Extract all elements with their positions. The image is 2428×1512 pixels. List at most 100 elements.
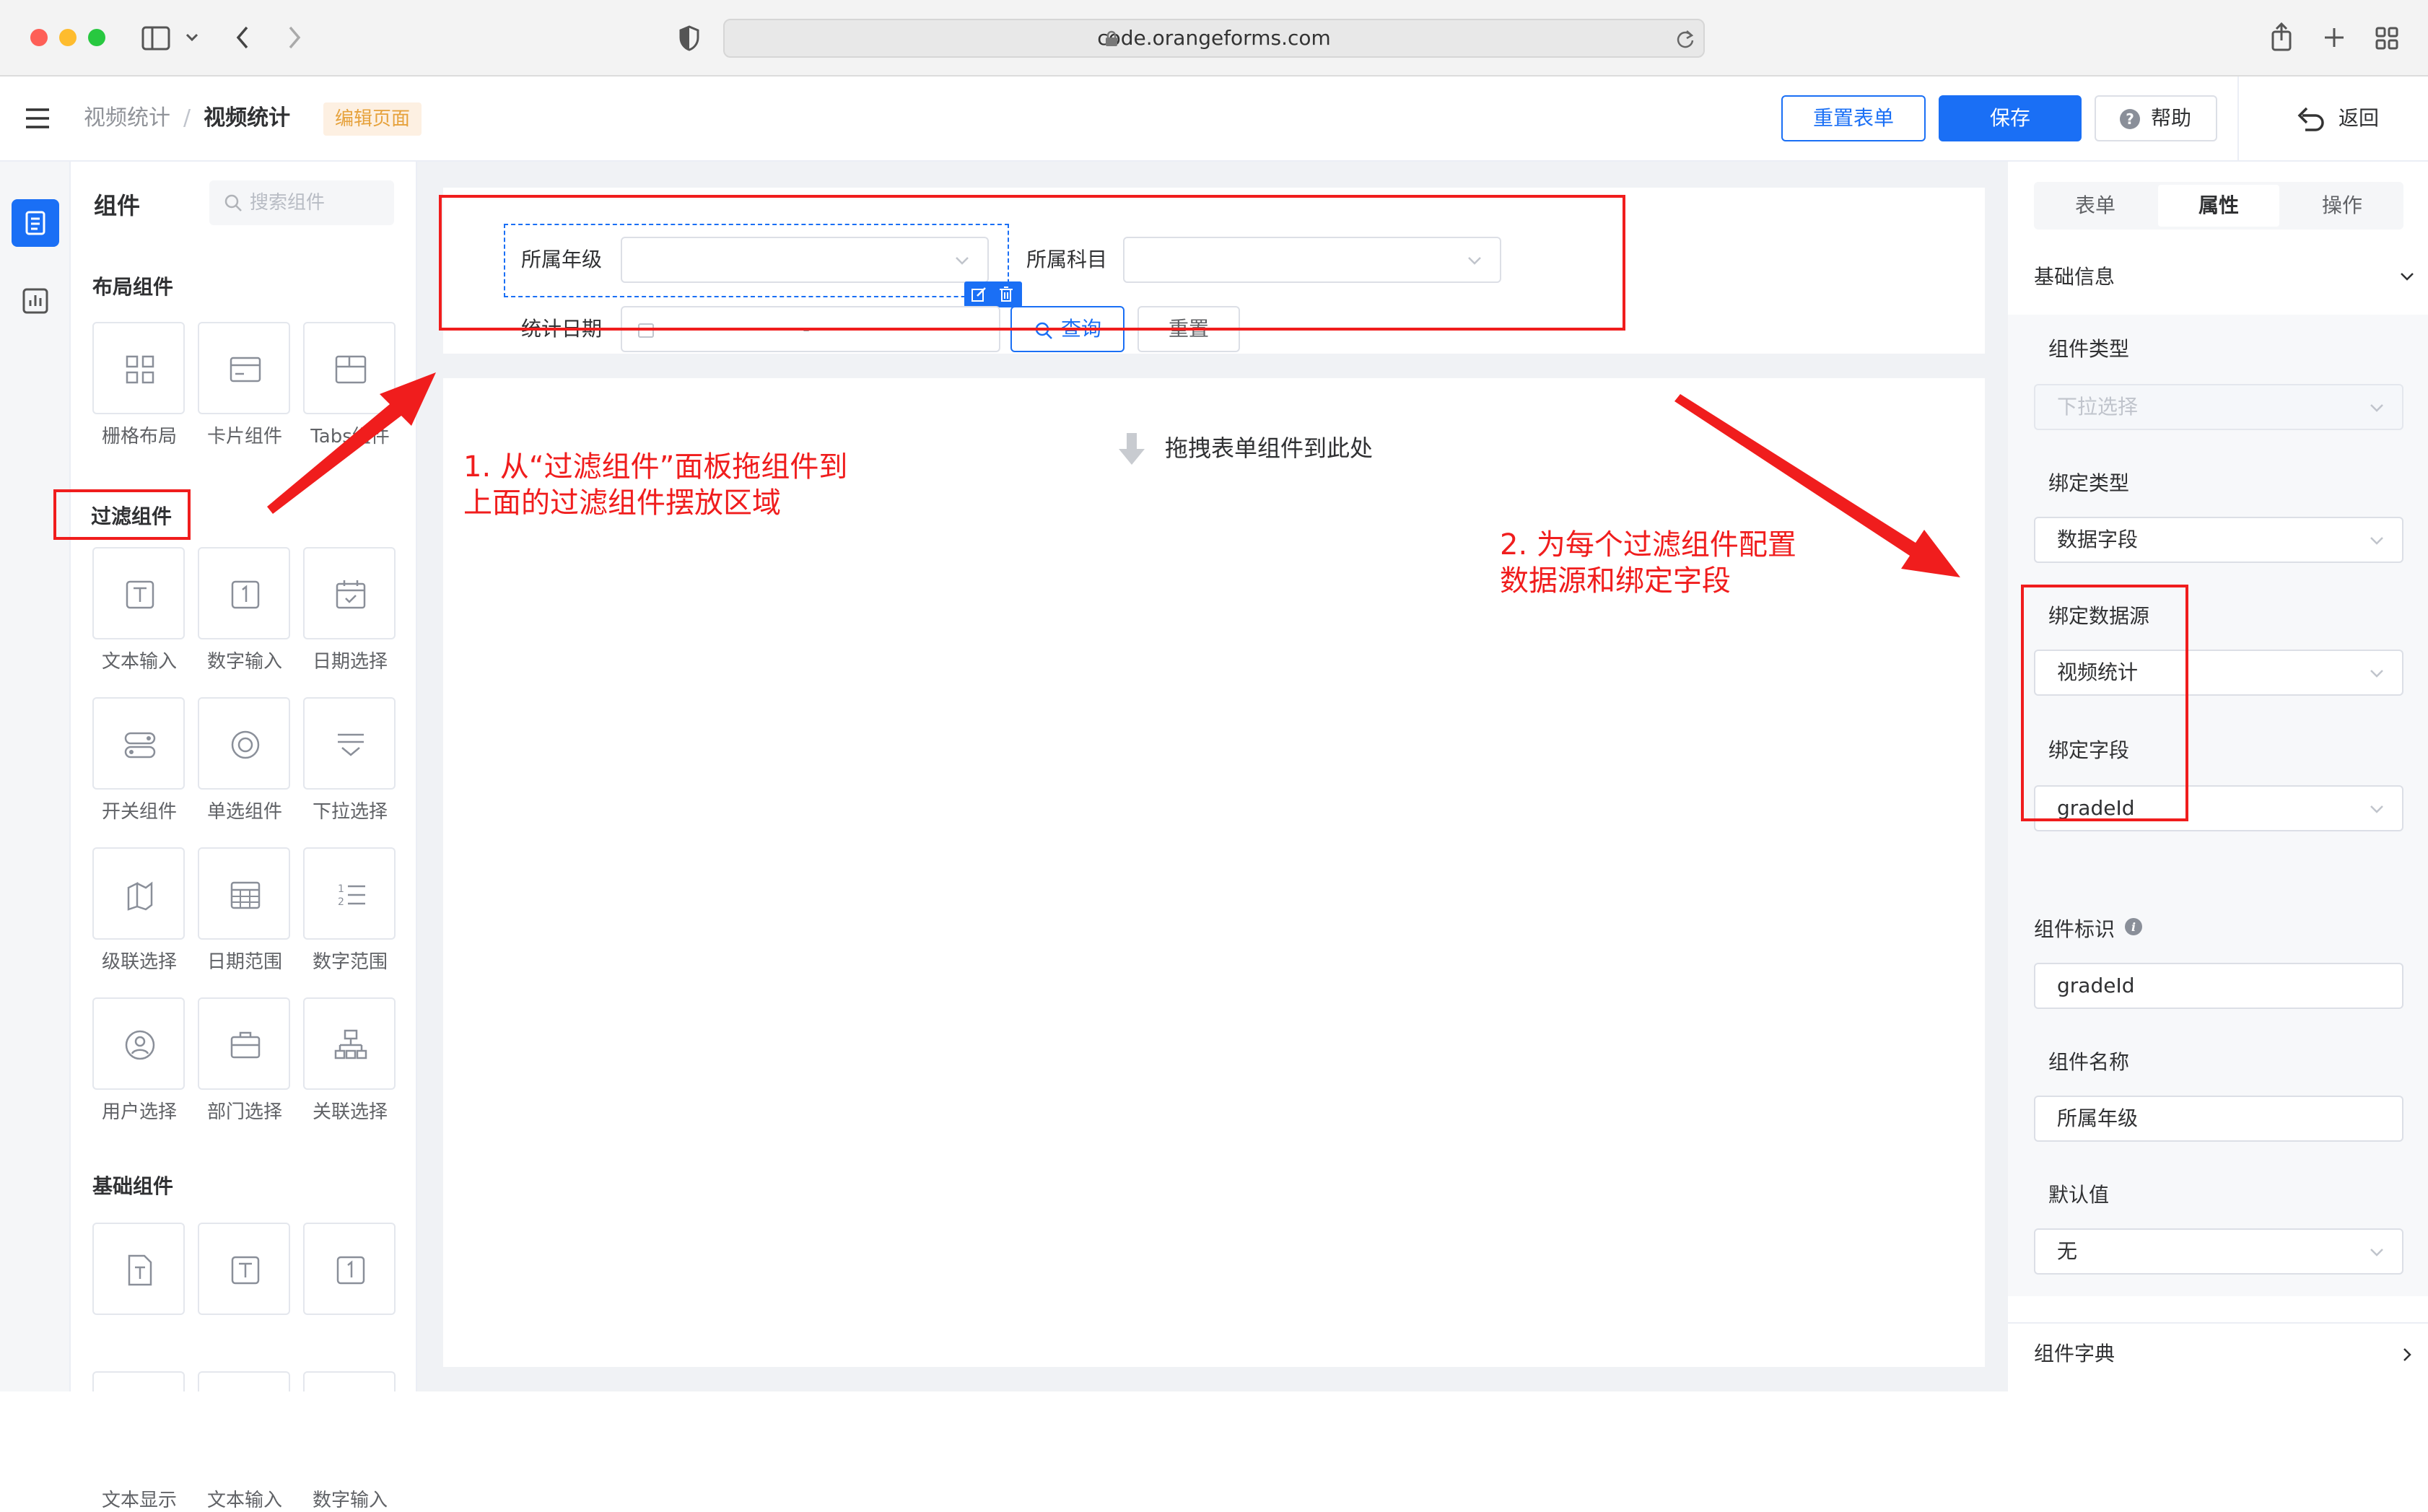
user-icon	[125, 1030, 155, 1060]
tile-grid-layout[interactable]	[92, 322, 185, 414]
component-type-select[interactable]: 下拉选择	[2034, 384, 2403, 430]
tile-number-input[interactable]	[198, 547, 290, 639]
switch-icon	[124, 732, 156, 759]
tile-more-1[interactable]	[92, 1371, 185, 1391]
chevron-down-icon[interactable]	[2398, 267, 2416, 286]
bind-type-label: 绑定类型	[2048, 471, 2130, 495]
grid-layout-icon	[126, 355, 154, 384]
annotation-step1: 1. 从“过滤组件”面板拖组件到 上面的过滤组件摆放区域	[463, 449, 847, 521]
chevron-down-icon	[2370, 537, 2383, 545]
component-search-input[interactable]: 搜索组件	[209, 180, 394, 225]
save-button[interactable]: 保存	[1939, 95, 2082, 141]
tile-card[interactable]	[198, 322, 290, 414]
tile-select[interactable]	[303, 697, 396, 790]
search-placeholder: 搜索组件	[250, 192, 326, 214]
label-select: 下拉选择	[312, 801, 388, 823]
chevron-down-icon	[2370, 1249, 2383, 1257]
tile-more-2[interactable]	[198, 1371, 290, 1391]
label-relation-select: 关联选择	[312, 1101, 388, 1123]
close-window-button[interactable]	[30, 29, 48, 46]
breadcrumb-parent[interactable]: 视频统计	[84, 102, 170, 134]
help-button[interactable]: ? 帮助	[2095, 95, 2217, 141]
browser-toolbar: code.orangeforms.com	[0, 0, 2428, 77]
lock-icon	[1106, 30, 1117, 46]
bind-type-select[interactable]: 数据字段	[2034, 517, 2403, 563]
tile-date-range[interactable]	[198, 847, 290, 940]
sidebar-toggle-icon[interactable]	[141, 26, 170, 51]
forward-nav-icon[interactable]	[286, 25, 303, 51]
properties-panel: 表单 属性 操作 基础信息 组件类型 下拉选择 绑定类型 数据字段 绑定数据源 …	[2008, 162, 2428, 1391]
reset-form-button[interactable]: 重置表单	[1781, 95, 1926, 141]
component-dict-title[interactable]: 组件字典	[2034, 1337, 2115, 1371]
label-card: 卡片组件	[206, 426, 282, 447]
tile-basic-number-input[interactable]	[303, 1223, 396, 1315]
back-button[interactable]: 返回	[2339, 102, 2379, 134]
design-canvas: 所属年级 所属科目 统计日期 - 查询 重置 拖拽表单组件到此处 1. 从“过滤…	[417, 162, 2008, 1391]
tile-text-input[interactable]	[92, 547, 185, 639]
props-tabs: 表单 属性 操作	[2034, 182, 2403, 230]
props-divider	[2008, 1322, 2428, 1324]
new-tab-icon[interactable]	[2323, 26, 2346, 49]
share-icon[interactable]	[2269, 22, 2294, 52]
header-divider	[2237, 77, 2239, 162]
date-range-icon	[230, 881, 261, 909]
tile-radio[interactable]	[198, 697, 290, 790]
calendar-check-icon	[336, 580, 366, 609]
tile-dept-select[interactable]	[198, 997, 290, 1090]
dropdown-icon	[338, 733, 364, 756]
bind-fields-highlight	[2021, 585, 2188, 821]
maximize-window-button[interactable]	[88, 29, 105, 46]
tab-actions[interactable]: 操作	[2281, 182, 2403, 230]
tile-tabs[interactable]	[303, 322, 396, 414]
form-list-icon	[25, 211, 45, 235]
back-nav-icon[interactable]	[234, 25, 251, 51]
shield-icon[interactable]	[678, 25, 700, 52]
chevron-down-icon	[2370, 404, 2383, 412]
help-label: 帮助	[2151, 106, 2192, 130]
component-id-value: gradeId	[2057, 974, 2135, 997]
layout-section-title: 布局组件	[92, 275, 174, 299]
label-text-input: 文本输入	[101, 651, 177, 673]
tile-basic-text-input[interactable]	[198, 1223, 290, 1315]
annotation-step2-line2: 数据源和绑定字段	[1500, 564, 1731, 598]
component-id-input[interactable]: gradeId	[2034, 963, 2403, 1009]
info-icon[interactable]: i	[2123, 917, 2144, 937]
url-text: code.orangeforms.com	[1097, 26, 1331, 50]
default-value-select[interactable]: 无	[2034, 1228, 2403, 1275]
tab-overview-icon[interactable]	[2375, 26, 2399, 51]
tile-date-picker[interactable]	[303, 547, 396, 639]
tile-relation-select[interactable]	[303, 997, 396, 1090]
cascader-icon	[127, 881, 153, 911]
svg-text:1: 1	[338, 883, 344, 895]
minimize-window-button[interactable]	[59, 29, 77, 46]
chart-icon[interactable]	[22, 287, 49, 315]
number-range-icon: 12	[338, 883, 365, 908]
chevron-right-icon[interactable]	[2398, 1345, 2416, 1364]
component-id-label: 组件标识	[2034, 917, 2115, 941]
tile-more-3[interactable]	[303, 1371, 396, 1391]
svg-text:i: i	[2131, 920, 2136, 934]
tile-number-range[interactable]: 12	[303, 847, 396, 940]
undo-icon[interactable]	[2295, 105, 2326, 131]
address-bar[interactable]: code.orangeforms.com	[723, 19, 1705, 58]
tile-text-display[interactable]	[92, 1223, 185, 1315]
tile-user-select[interactable]	[92, 997, 185, 1090]
rail-components-button[interactable]	[12, 199, 59, 247]
chevron-down-icon[interactable]	[185, 32, 199, 43]
label-grid-layout: 栅格布局	[101, 426, 177, 447]
component-name-input[interactable]: 所属年级	[2034, 1096, 2403, 1142]
basic-info-title[interactable]: 基础信息	[2034, 263, 2115, 292]
label-basic-number-input: 数字输入	[312, 1490, 388, 1511]
reload-icon[interactable]	[1676, 29, 1695, 49]
tile-switch[interactable]	[92, 697, 185, 790]
label-basic-text-input: 文本输入	[206, 1490, 282, 1511]
tab-form[interactable]: 表单	[2034, 182, 2157, 230]
search-icon	[224, 194, 242, 211]
tab-properties[interactable]: 属性	[2158, 185, 2279, 227]
org-tree-icon	[334, 1029, 367, 1059]
help-icon: ?	[2120, 109, 2140, 129]
menu-icon[interactable]	[25, 107, 51, 130]
tile-cascader[interactable]	[92, 847, 185, 940]
chevron-down-icon	[2370, 670, 2383, 678]
drop-zone-text: 拖拽表单组件到此处	[1165, 434, 1374, 462]
